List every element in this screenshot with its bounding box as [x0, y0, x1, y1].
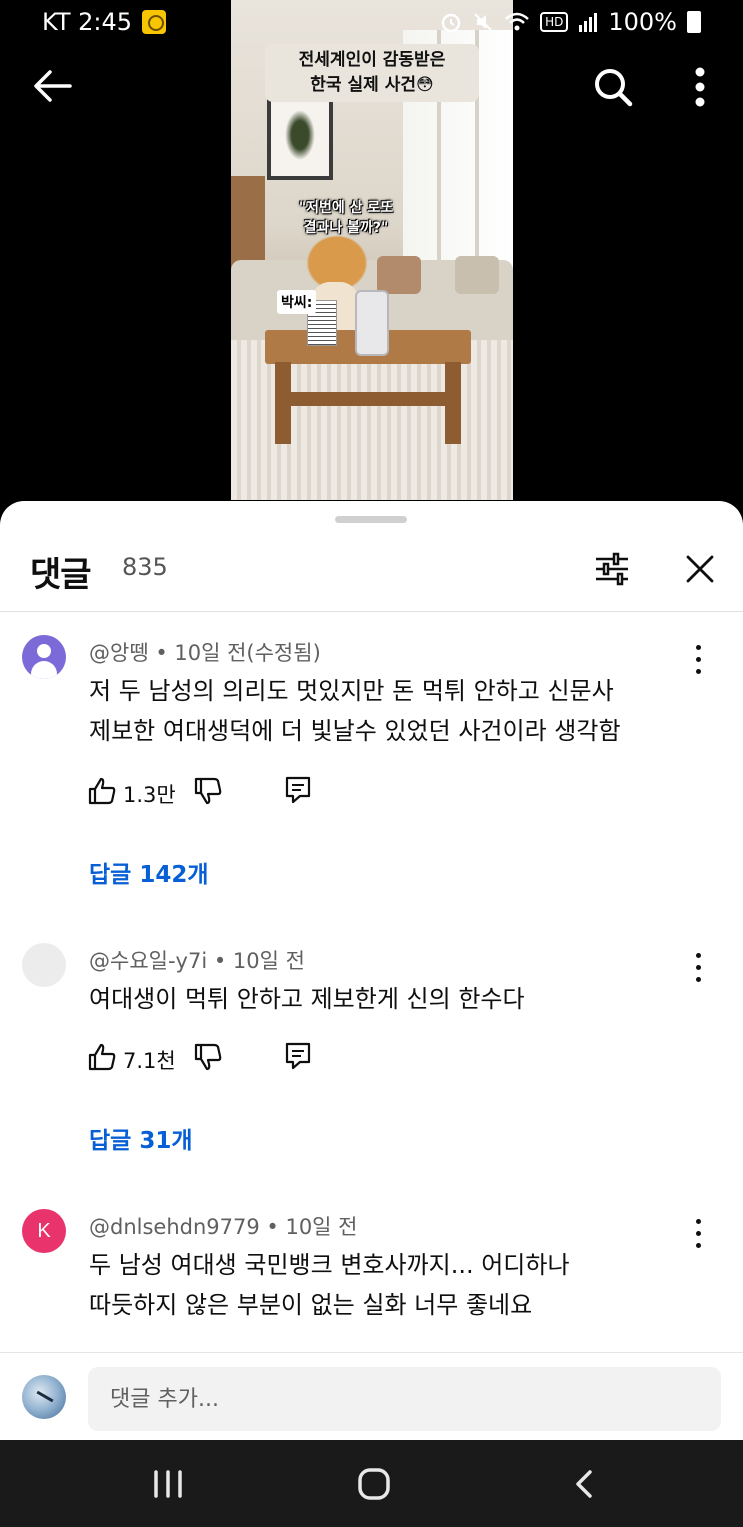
comment-more-button[interactable]	[686, 639, 712, 679]
comment-item: @앙뗑 • 10일 전(수정됨) 저 두 남성의 의리도 멋있지만 돈 먹튀 안…	[0, 635, 743, 895]
recent-apps-button[interactable]	[146, 1464, 190, 1504]
kebab-dot	[696, 977, 701, 982]
arrow-left-icon	[34, 70, 72, 102]
video-pillow	[455, 256, 499, 294]
drag-handle[interactable]	[335, 516, 407, 523]
kebab-dot	[696, 645, 701, 650]
video-table-shelf	[291, 392, 445, 406]
signal-icon	[579, 13, 598, 32]
video-pillow	[377, 256, 421, 294]
kebab-dot	[696, 965, 701, 970]
comment-composer	[0, 1352, 743, 1440]
search-button[interactable]	[590, 64, 636, 110]
video-player[interactable]: 전세계인이 감동받은 한국 실제 사건😳 "저번에 산 로또 결과나 볼까?" …	[0, 0, 743, 520]
home-icon	[358, 1468, 390, 1500]
carrier-time: KT 2:45	[42, 8, 133, 36]
header-divider	[0, 611, 743, 612]
comment-more-button[interactable]	[686, 1213, 712, 1253]
battery-icon	[687, 11, 701, 33]
add-comment-input[interactable]	[88, 1367, 721, 1431]
sort-filter-button[interactable]	[592, 549, 632, 589]
avatar[interactable]	[22, 635, 66, 679]
view-replies-link[interactable]: 답글 142개	[89, 855, 209, 889]
view-replies-link[interactable]: 답글 31개	[89, 1121, 193, 1155]
wifi-icon	[505, 12, 529, 31]
like-count: 1.3만	[123, 783, 176, 807]
comment-more-button[interactable]	[686, 947, 712, 987]
more-options-button[interactable]	[684, 64, 716, 110]
comments-sheet: 댓글 835 @앙뗑 • 10일 전(수정됨) 저 두 남성의 의리도 멋있지만…	[0, 501, 743, 1441]
more-vert-icon	[695, 67, 705, 107]
thumbs-up-icon	[88, 1043, 116, 1071]
video-quote-line: 결과나 볼까?"	[303, 220, 389, 236]
alarm-icon	[441, 13, 461, 33]
video-frame[interactable]: 전세계인이 감동받은 한국 실제 사건😳 "저번에 산 로또 결과나 볼까?" …	[231, 0, 513, 500]
reply-button[interactable]	[284, 1041, 312, 1071]
chevron-left-icon	[576, 1470, 592, 1498]
avatar[interactable]: K	[22, 1209, 66, 1253]
video-title-line: 전세계인이 감동받은	[298, 50, 446, 70]
video-name-tag: 박씨:	[277, 290, 317, 314]
comment-author-meta[interactable]: @dnlsehdn9779 • 10일 전	[89, 1211, 358, 1241]
video-quote-line: "저번에 산 로또	[298, 200, 394, 216]
like-count: 7.1천	[123, 1049, 176, 1073]
hd-badge: HD	[540, 12, 569, 32]
comment-actions: 7.1천	[86, 1041, 346, 1081]
video-quote-caption: "저번에 산 로또 결과나 볼까?"	[271, 198, 421, 238]
recent-apps-icon	[154, 1470, 182, 1498]
avatar[interactable]	[22, 943, 66, 987]
dislike-button[interactable]	[192, 1041, 224, 1073]
comment-item: K @dnlsehdn9779 • 10일 전 두 남성 여대생 국민뱅크 변호…	[0, 1209, 743, 1369]
comment-actions: 1.3만	[86, 775, 346, 815]
comments-header: 댓글 835	[0, 531, 743, 611]
comment-text: 여대생이 먹튀 안하고 제보한게 신의 한수다	[89, 979, 699, 1019]
system-nav-bar	[0, 1440, 743, 1527]
kebab-dot	[696, 953, 701, 958]
home-button[interactable]	[352, 1464, 396, 1504]
status-bar: KT 2:45 HD 100%	[0, 0, 743, 48]
battery-percent: 100%	[608, 8, 677, 36]
kebab-dot	[696, 657, 701, 662]
thumbs-down-icon	[194, 777, 222, 805]
search-icon	[595, 69, 633, 107]
comment-author-meta[interactable]: @수요일-y7i • 10일 전	[89, 945, 305, 975]
comment-text-line: 제보한 여대생덕에 더 빛날수 있었던 사건이라 생각함	[89, 717, 621, 745]
comment-text-line: 여대생이 먹튀 안하고 제보한게 신의 한수다	[89, 985, 525, 1013]
video-plant-picture	[267, 96, 333, 180]
video-title-line: 한국 실제 사건😳	[310, 75, 434, 95]
my-avatar	[22, 1375, 66, 1419]
status-left: KT 2:45	[42, 8, 167, 36]
kebab-dot	[696, 1219, 701, 1224]
video-phone-prop	[355, 290, 389, 356]
like-button[interactable]	[86, 775, 118, 807]
comment-icon	[285, 776, 311, 804]
comment-author-meta[interactable]: @앙뗑 • 10일 전(수정됨)	[89, 637, 321, 667]
comment-text-line: 저 두 남성의 의리도 멋있지만 돈 먹튀 안하고 신문사	[89, 677, 614, 705]
reply-button[interactable]	[284, 775, 312, 805]
close-button[interactable]	[680, 549, 720, 589]
kebab-dot	[696, 669, 701, 674]
kt-app-icon	[142, 10, 167, 34]
like-button[interactable]	[86, 1041, 118, 1073]
kebab-dot	[696, 1231, 701, 1236]
back-button[interactable]	[30, 66, 74, 106]
system-back-button[interactable]	[562, 1464, 606, 1504]
thumbs-up-icon	[88, 777, 116, 805]
close-icon	[686, 555, 714, 583]
sliders-icon	[596, 552, 628, 586]
comments-title: 댓글	[30, 555, 92, 595]
comment-text: 저 두 남성의 의리도 멋있지만 돈 먹튀 안하고 신문사 제보한 여대생덕에 …	[89, 671, 699, 751]
comment-text-line: 따듯하지 않은 부분이 없는 실화 너무 좋네요	[89, 1291, 533, 1319]
mute-icon	[474, 13, 492, 31]
comment-item: @수요일-y7i • 10일 전 여대생이 먹튀 안하고 제보한게 신의 한수다…	[0, 943, 743, 1163]
dislike-button[interactable]	[192, 775, 224, 807]
kebab-dot	[696, 1243, 701, 1248]
video-title-caption: 전세계인이 감동받은 한국 실제 사건😳	[265, 44, 479, 102]
status-right: HD 100%	[440, 8, 701, 36]
thumbs-down-icon	[194, 1043, 222, 1071]
comment-text-line: 두 남성 여대생 국민뱅크 변호사까지... 어디하나	[89, 1251, 570, 1279]
comments-count: 835	[122, 553, 168, 581]
comment-text: 두 남성 여대생 국민뱅크 변호사까지... 어디하나 따듯하지 않은 부분이 …	[89, 1245, 699, 1325]
comment-icon	[285, 1042, 311, 1070]
